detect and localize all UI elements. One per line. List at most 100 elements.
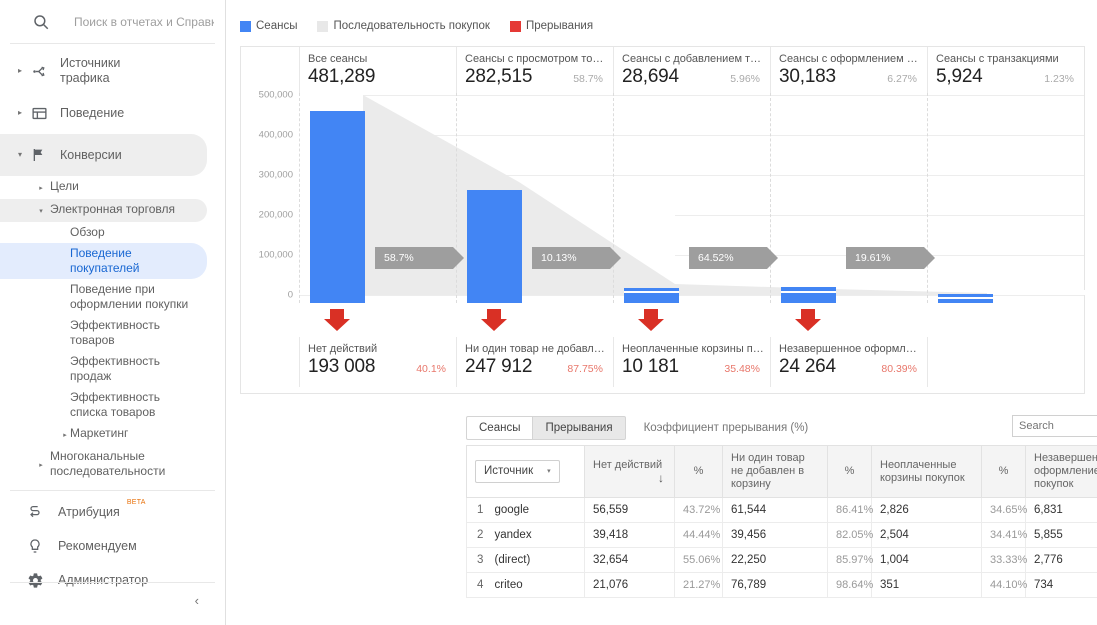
sidebar-nav: ▸ Источники трафика ▸ Поведение ▾ Конвер… xyxy=(0,44,225,597)
dimension-button[interactable]: Источник ▾ xyxy=(475,460,560,483)
cell-no-cart-add: 76,789 xyxy=(722,572,828,598)
tab-sessions[interactable]: Сеансы xyxy=(466,416,534,440)
bar-product-views[interactable] xyxy=(467,190,522,303)
bar-all-sessions[interactable] xyxy=(310,111,365,303)
step-label: Сеансы с транзакциями xyxy=(936,53,1059,65)
column-header-abandoned-carts[interactable]: Неоплаченные корзины покупок xyxy=(871,445,982,498)
sidebar-item-label: Рекомендуем xyxy=(58,539,137,553)
table-row[interactable]: 4 criteo 21,076 21.27% 76,789 98.64% 351… xyxy=(466,572,1097,598)
funnel-step-1[interactable]: Сеансы с просмотром тов… 282,515 58.7% xyxy=(457,47,614,93)
abandonment-pct: 35.48% xyxy=(724,363,760,375)
sidebar-item-marketing[interactable]: ▸ Маркетинг xyxy=(0,423,207,446)
conversions-submenu: ▸ Цели ▾ Электронная торговля Обзор Пове… xyxy=(0,176,225,482)
funnel-shape xyxy=(299,95,1086,295)
sidebar-item-traffic-sources[interactable]: ▸ Источники трафика xyxy=(0,50,207,92)
column-separator xyxy=(770,93,771,303)
sidebar-item-sales-performance[interactable]: Эффективность продаж xyxy=(0,351,207,387)
column-header-no-action[interactable]: Нет действий ↓ xyxy=(584,445,675,498)
row-source[interactable]: google xyxy=(494,497,585,523)
sidebar-item-label: Поведение при оформлении покупки xyxy=(70,282,189,311)
plot-area: 58.7% 10.13% 64.52% 19.61% xyxy=(299,93,1086,303)
step-label: Сеансы с добавлением то… xyxy=(622,53,768,65)
abandonment-label: Ни один товар не добавл… xyxy=(465,343,605,355)
sidebar-item-label: Обзор xyxy=(70,225,105,239)
main-content: Сеансы Последовательность покупок Прерыв… xyxy=(226,0,1097,625)
step-label: Сеансы с оформлением п… xyxy=(779,53,924,65)
metric-tabs: Сеансы Прерывания Коэффициент прерывания… xyxy=(466,411,1097,445)
sidebar-item-label: Атрибуция BETA xyxy=(58,499,145,519)
abandonment-cell-3[interactable]: Незавершенное оформле… 24 264 80.39% xyxy=(771,337,928,387)
table-search-input[interactable] xyxy=(1012,415,1097,437)
cell-incomplete-checkout: 2,776 xyxy=(1025,547,1097,573)
cell-pct-1: 44.44% xyxy=(674,522,723,548)
step-value: 481,289 xyxy=(308,66,376,87)
sidebar-item-multichannel-funnels[interactable]: ▸ Многоканальные последовательности xyxy=(0,446,207,482)
row-source[interactable]: (direct) xyxy=(494,547,585,573)
row-source[interactable]: criteo xyxy=(494,572,585,598)
funnel-step-headers: Все сеансы 481,289 Сеансы с просмотром т… xyxy=(241,47,1084,93)
table-header-row: Источник ▾ Нет действий ↓ % Ни один това… xyxy=(466,445,1097,498)
column-header-pct-3[interactable]: % xyxy=(981,445,1026,498)
table-row[interactable]: 2 yandex 39,418 44.44% 39,456 82.05% 2,5… xyxy=(466,522,1097,548)
tab-abandonments[interactable]: Прерывания xyxy=(533,416,626,440)
column-header-pct-1[interactable]: % xyxy=(674,445,723,498)
funnel-step-4[interactable]: Сеансы с транзакциями 5,924 1.23% xyxy=(928,47,1084,93)
sidebar-item-conversions[interactable]: ▾ Конверсии xyxy=(0,134,207,176)
sidebar-item-ecommerce[interactable]: ▾ Электронная торговля xyxy=(0,199,207,222)
transition-badge-2: 64.52% xyxy=(689,247,778,269)
abandonment-cell-0[interactable]: Нет действий 193 008 40.1% xyxy=(299,337,457,387)
sidebar-item-attribution[interactable]: Атрибуция BETA xyxy=(0,495,225,529)
transition-badge-3: 19.61% xyxy=(846,247,935,269)
funnel-step-2[interactable]: Сеансы с добавлением то… 28,694 5.96% xyxy=(614,47,771,93)
bar-split-line xyxy=(938,297,993,299)
row-source[interactable]: yandex xyxy=(494,522,585,548)
chevron-right-icon: ▸ xyxy=(39,461,43,469)
bulb-icon xyxy=(24,538,46,554)
sidebar-item-goals[interactable]: ▸ Цели xyxy=(0,176,207,199)
column-header-incomplete-checkout[interactable]: Незавершенное оформление покупок xyxy=(1025,445,1097,498)
chevron-down-icon: ▾ xyxy=(39,208,43,215)
sidebar-search[interactable] xyxy=(10,0,216,44)
abandonment-cell-1[interactable]: Ни один товар не добавл… 247 912 87.75% xyxy=(457,337,614,387)
sidebar-item-label: Многоканальные последовательности xyxy=(50,449,166,478)
funnel-chart: 500,000 400,000 300,000 200,000 100,000 … xyxy=(241,90,1086,303)
abandonment-label: Неоплаченные корзины п… xyxy=(622,343,764,355)
legend-label: Последовательность покупок xyxy=(333,20,490,32)
sidebar-item-label: Эффективность продаж xyxy=(70,354,161,383)
abandonment-pct: 80.39% xyxy=(881,363,917,375)
cell-pct-2: 86.41% xyxy=(827,497,873,523)
sidebar-item-product-performance[interactable]: Эффективность товаров xyxy=(0,315,207,351)
sidebar-item-label: Поведение покупателей xyxy=(70,246,140,275)
column-header-pct-2[interactable]: % xyxy=(827,445,872,498)
table-row[interactable]: 3 (direct) 32,654 55.06% 22,250 85.97% 1… xyxy=(466,547,1097,573)
column-separator xyxy=(299,93,300,303)
dimension-label: Источник xyxy=(484,465,534,477)
cell-abandoned-carts: 2,826 xyxy=(871,497,982,523)
sidebar-item-overview[interactable]: Обзор xyxy=(0,222,207,243)
transition-pct: 10.13% xyxy=(541,252,577,264)
bar-checkout[interactable] xyxy=(781,287,836,303)
funnel-step-3[interactable]: Сеансы с оформлением п… 30,183 6.27% xyxy=(771,47,928,93)
cell-abandoned-carts: 351 xyxy=(871,572,982,598)
chevron-left-icon[interactable]: ‹ xyxy=(195,593,199,608)
table-row[interactable]: 1 google 56,559 43.72% 61,544 86.41% 2,8… xyxy=(466,497,1097,523)
abandonment-cell-2[interactable]: Неоплаченные корзины п… 10 181 35.48% xyxy=(614,337,771,387)
attribution-icon xyxy=(24,504,46,520)
bar-add-to-cart[interactable] xyxy=(624,288,679,303)
dimension-header: Источник ▾ xyxy=(466,445,585,498)
sidebar-item-recommendations[interactable]: Рекомендуем xyxy=(0,529,225,563)
sidebar-item-product-list-performance[interactable]: Эффективность списка товаров xyxy=(0,387,207,423)
bar-transactions[interactable] xyxy=(938,294,993,303)
column-separator xyxy=(456,93,457,303)
search-input[interactable] xyxy=(72,13,216,30)
column-header-no-cart-add[interactable]: Ни один товар не добавлен в корзину xyxy=(722,445,828,498)
funnel-step-0[interactable]: Все сеансы 481,289 xyxy=(299,47,457,93)
sidebar-item-shopping-behavior[interactable]: Поведение покупателей xyxy=(0,243,207,279)
cell-pct-3: 34.41% xyxy=(981,522,1027,548)
row-index: 2 xyxy=(466,522,495,548)
sidebar-item-checkout-behavior[interactable]: Поведение при оформлении покупки xyxy=(0,279,207,315)
sidebar-item-behavior[interactable]: ▸ Поведение xyxy=(0,92,207,134)
sidebar-item-label: Поведение xyxy=(60,105,125,120)
sidebar-item-label: Эффективность списка товаров xyxy=(70,390,161,419)
abandonment-cells: Нет действий 193 008 40.1% Ни один товар… xyxy=(241,337,1084,387)
